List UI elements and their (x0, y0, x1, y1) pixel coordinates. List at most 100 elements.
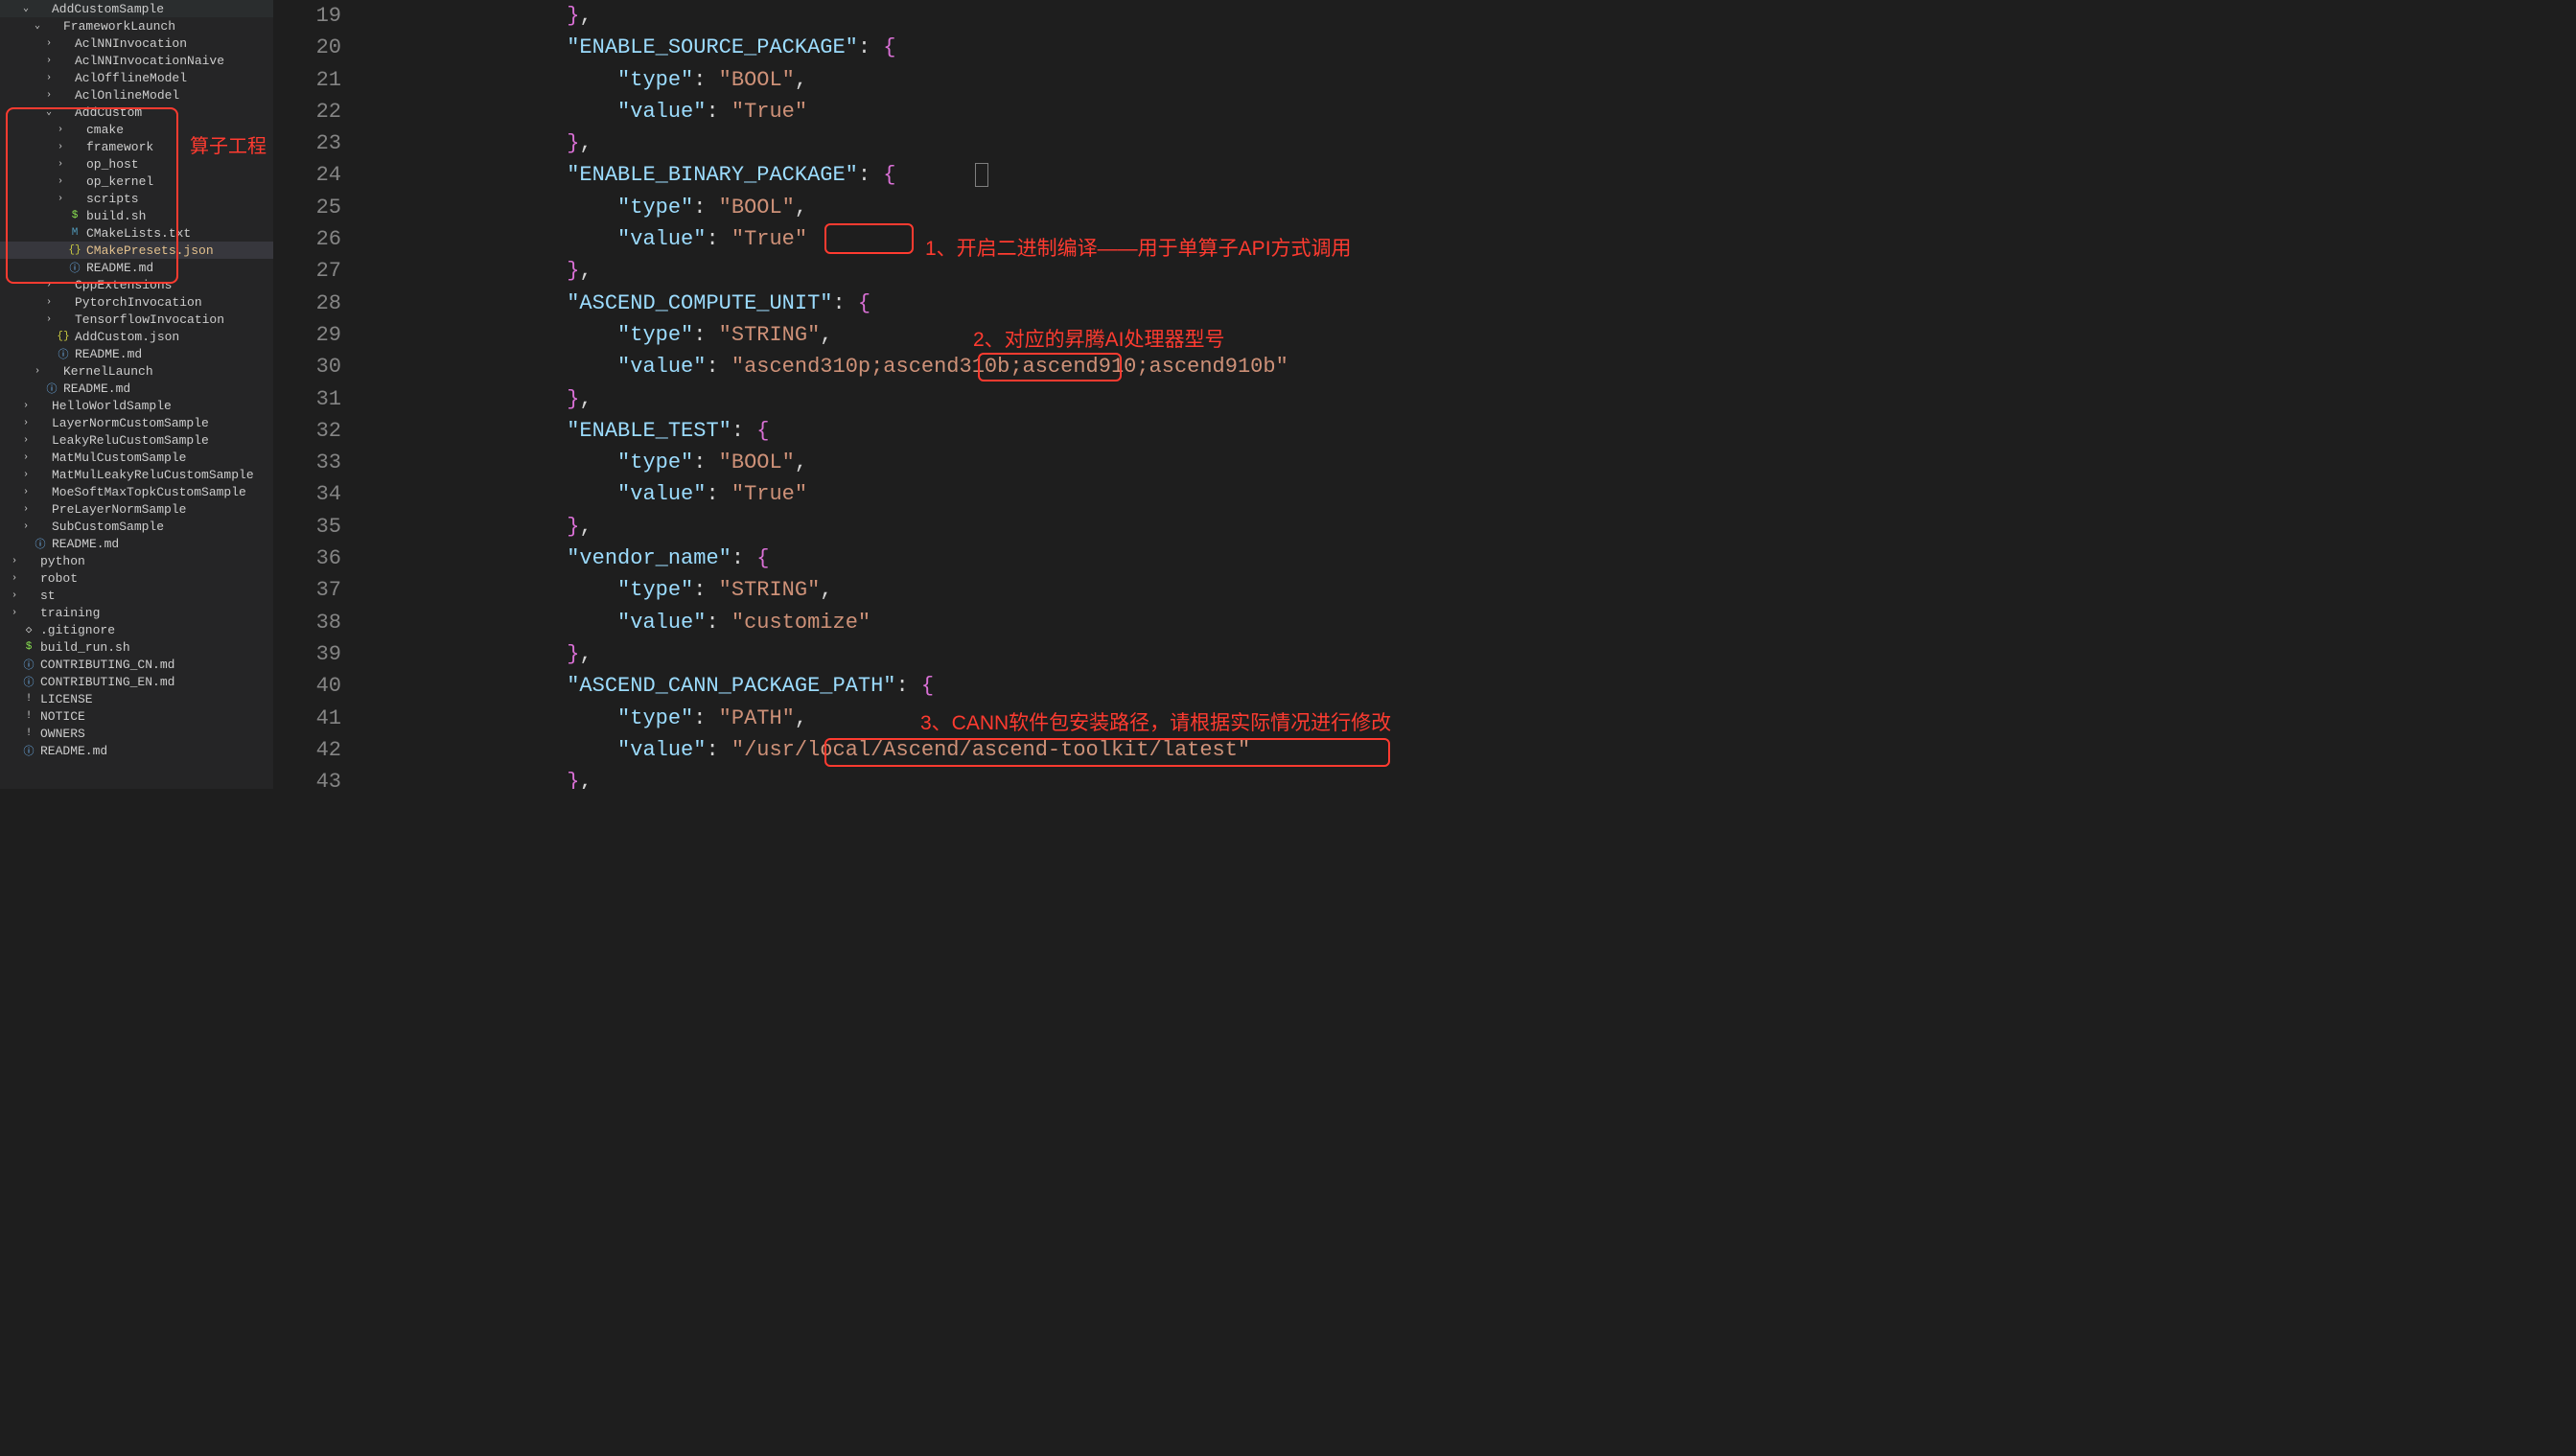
code-line[interactable]: "type": "STRING", (364, 319, 1396, 351)
chevron-right-icon[interactable] (8, 608, 21, 618)
chevron-right-icon[interactable] (19, 470, 33, 480)
chevron-right-icon[interactable] (42, 90, 56, 101)
code-line[interactable]: "ASCEND_CANN_PACKAGE_PATH": { (364, 670, 1396, 702)
tree-item[interactable]: framework (0, 138, 273, 155)
tree-item[interactable]: ⓘCONTRIBUTING_CN.md (0, 656, 273, 673)
tree-item[interactable]: ◇.gitignore (0, 621, 273, 638)
tree-item[interactable]: CppExtensions (0, 276, 273, 293)
chevron-right-icon[interactable] (19, 435, 33, 446)
code-line[interactable]: "value": "True" (364, 96, 1396, 127)
code-line[interactable]: }, (364, 127, 1396, 159)
chevron-right-icon[interactable] (19, 452, 33, 463)
tree-item[interactable]: ⓘREADME.md (0, 535, 273, 552)
chevron-right-icon[interactable] (54, 125, 67, 135)
tree-item[interactable]: MCMakeLists.txt (0, 224, 273, 242)
tree-item[interactable]: !OWNERS (0, 725, 273, 742)
tree-item[interactable]: LeakyReluCustomSample (0, 431, 273, 449)
tree-item[interactable]: AclOnlineModel (0, 86, 273, 104)
chevron-right-icon[interactable] (42, 56, 56, 66)
tree-item[interactable]: st (0, 587, 273, 604)
tree-item[interactable]: FrameworkLaunch (0, 17, 273, 35)
tree-item[interactable]: TensorflowInvocation (0, 311, 273, 328)
tree-item[interactable]: AclNNInvocationNaive (0, 52, 273, 69)
code-line[interactable]: "value": "/usr/local/Ascend/ascend-toolk… (364, 734, 1396, 766)
tree-item[interactable]: KernelLaunch (0, 362, 273, 380)
file-explorer[interactable]: AddCustomSampleFrameworkLaunchAclNNInvoc… (0, 0, 273, 789)
tree-item[interactable]: AclOfflineModel (0, 69, 273, 86)
tree-item[interactable]: !LICENSE (0, 690, 273, 707)
chevron-right-icon[interactable] (42, 73, 56, 83)
chevron-right-icon[interactable] (54, 142, 67, 152)
code-line[interactable]: "value": "customize" (364, 607, 1396, 638)
tree-item[interactable]: ⓘREADME.md (0, 742, 273, 759)
tree-item[interactable]: robot (0, 569, 273, 587)
chevron-right-icon[interactable] (8, 590, 21, 601)
code-content[interactable]: }, "ENABLE_SOURCE_PACKAGE": { "type": "B… (364, 0, 1396, 789)
chevron-right-icon[interactable] (19, 521, 33, 532)
code-line[interactable]: "value": "True" (364, 223, 1396, 255)
tree-item[interactable]: ⓘREADME.md (0, 259, 273, 276)
tree-item[interactable]: scripts (0, 190, 273, 207)
tree-item[interactable]: {}AddCustom.json (0, 328, 273, 345)
tree-item[interactable]: PytorchInvocation (0, 293, 273, 311)
chevron-right-icon[interactable] (54, 194, 67, 204)
code-line[interactable]: "ENABLE_BINARY_PACKAGE": { (364, 159, 1396, 191)
tree-item[interactable]: AclNNInvocation (0, 35, 273, 52)
code-line[interactable]: "type": "PATH", (364, 703, 1396, 734)
tree-item[interactable]: cmake (0, 121, 273, 138)
tree-item[interactable]: SubCustomSample (0, 518, 273, 535)
chevron-right-icon[interactable] (19, 504, 33, 515)
tree-item[interactable]: HelloWorldSample (0, 397, 273, 414)
chevron-right-icon[interactable] (42, 297, 56, 308)
chevron-right-icon[interactable] (42, 38, 56, 49)
code-line[interactable]: }, (364, 511, 1396, 543)
code-line[interactable]: "type": "BOOL", (364, 192, 1396, 223)
tree-item[interactable]: MatMulLeakyReluCustomSample (0, 466, 273, 483)
tree-item[interactable]: training (0, 604, 273, 621)
code-line[interactable]: "value": "True" (364, 478, 1396, 510)
chevron-right-icon[interactable] (31, 366, 44, 377)
code-line[interactable]: "type": "STRING", (364, 574, 1396, 606)
tree-item[interactable]: op_kernel (0, 173, 273, 190)
tree-item[interactable]: ⓘREADME.md (0, 380, 273, 397)
tree-item[interactable]: AddCustom (0, 104, 273, 121)
code-line[interactable]: "ENABLE_TEST": { (364, 415, 1396, 447)
code-line[interactable]: "type": "BOOL", (364, 64, 1396, 96)
tree-item[interactable]: ⓘREADME.md (0, 345, 273, 362)
tree-item[interactable]: MoeSoftMaxTopkCustomSample (0, 483, 273, 500)
code-line[interactable]: }, (364, 383, 1396, 415)
tree-item[interactable]: !NOTICE (0, 707, 273, 725)
code-line[interactable]: }, (364, 0, 1396, 32)
code-line[interactable]: }, (364, 766, 1396, 789)
code-line[interactable]: }, (364, 255, 1396, 287)
code-line[interactable]: "type": "BOOL", (364, 447, 1396, 478)
code-line[interactable]: "ENABLE_SOURCE_PACKAGE": { (364, 32, 1396, 63)
chevron-right-icon[interactable] (19, 401, 33, 411)
tree-item[interactable]: python (0, 552, 273, 569)
code-line[interactable]: }, (364, 638, 1396, 670)
tree-item[interactable]: op_host (0, 155, 273, 173)
chevron-right-icon[interactable] (42, 280, 56, 290)
tree-item[interactable]: $build.sh (0, 207, 273, 224)
tree-item[interactable]: MatMulCustomSample (0, 449, 273, 466)
code-line[interactable]: "ASCEND_COMPUTE_UNIT": { (364, 288, 1396, 319)
tree-item[interactable]: LayerNormCustomSample (0, 414, 273, 431)
tree-item[interactable]: {}CMakePresets.json (0, 242, 273, 259)
code-editor[interactable]: 1920212223242526272829303132333435363738… (273, 0, 1396, 789)
tree-item[interactable]: ⓘCONTRIBUTING_EN.md (0, 673, 273, 690)
code-line[interactable]: "vendor_name": { (364, 543, 1396, 574)
tree-item[interactable]: PreLayerNormSample (0, 500, 273, 518)
chevron-right-icon[interactable] (42, 314, 56, 325)
chevron-down-icon[interactable] (19, 3, 33, 14)
chevron-down-icon[interactable] (42, 106, 56, 118)
code-line[interactable]: "value": "ascend310p;ascend310b;ascend91… (364, 351, 1396, 382)
chevron-right-icon[interactable] (19, 487, 33, 497)
chevron-right-icon[interactable] (19, 418, 33, 428)
tree-item[interactable]: AddCustomSample (0, 0, 273, 17)
tree-item[interactable]: $build_run.sh (0, 638, 273, 656)
chevron-right-icon[interactable] (54, 159, 67, 170)
chevron-down-icon[interactable] (31, 20, 44, 32)
chevron-right-icon[interactable] (8, 556, 21, 566)
chevron-right-icon[interactable] (54, 176, 67, 187)
chevron-right-icon[interactable] (8, 573, 21, 584)
